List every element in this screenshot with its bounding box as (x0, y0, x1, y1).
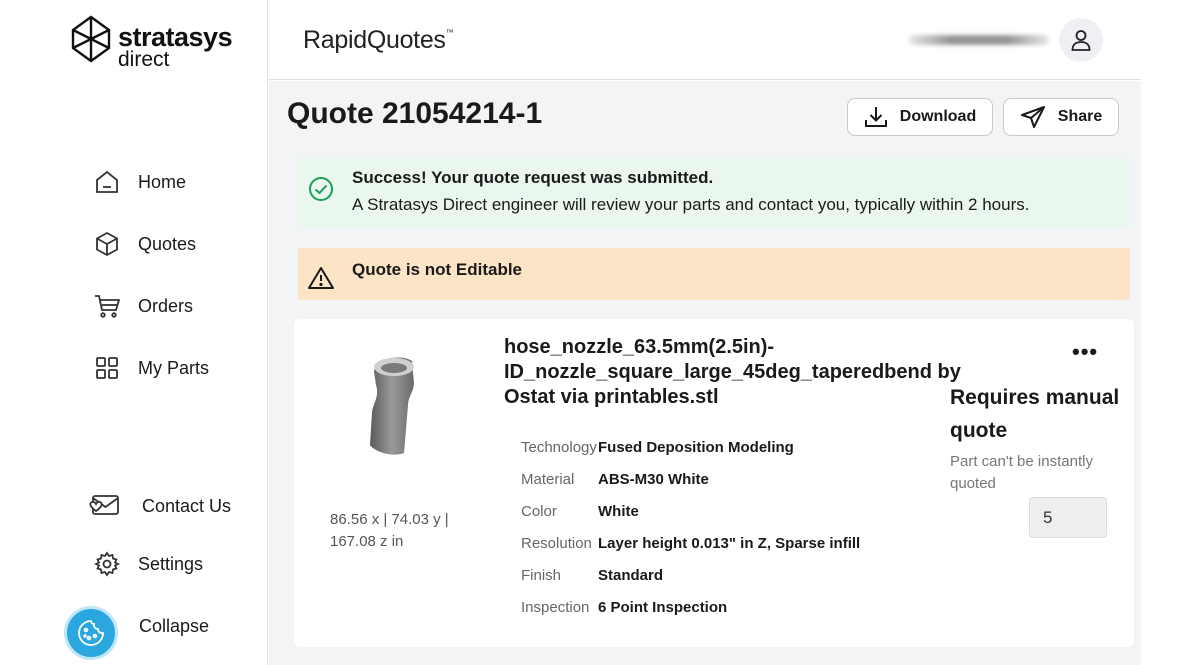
download-icon (864, 105, 888, 129)
send-icon (1020, 105, 1046, 129)
grid-icon (92, 353, 122, 383)
top-header: RapidQuotes™ (269, 0, 1141, 80)
manual-quote-subtitle: Part can't be instantly quoted (950, 453, 1093, 492)
warning-alert-title: Quote is not Editable (352, 260, 523, 279)
spec-key: Inspection (521, 599, 590, 616)
spec-value: White (598, 503, 639, 520)
user-name-redacted (909, 35, 1049, 45)
main-content: Quote 21054214-1 Download Share Success!… (269, 81, 1141, 665)
success-alert-body: A Stratasys Direct engineer will review … (352, 195, 1030, 214)
cookie-icon (78, 620, 104, 646)
warning-alert: Quote is not Editable (298, 248, 1130, 300)
success-alert: Success! Your quote request was submitte… (298, 158, 1130, 228)
sidebar: stratasys direct Home Quotes Orders My P… (0, 0, 268, 665)
sidebar-item-settings[interactable]: Settings (92, 548, 203, 580)
page-title: Quote 21054214-1 (287, 97, 543, 130)
spec-key: Technology (521, 439, 597, 456)
share-label: Share (1057, 108, 1103, 125)
gear-icon (92, 549, 122, 579)
spec-value: ABS-M30 White (598, 471, 709, 488)
spec-key: Material (521, 471, 575, 488)
sidebar-item-label: Quotes (138, 233, 197, 254)
spec-value: Layer height 0.013" in Z, Sparse infill (598, 535, 861, 552)
sidebar-item-label: Orders (138, 295, 194, 316)
stratasys-direct-logo[interactable]: stratasys direct (70, 14, 233, 71)
cube-icon (92, 229, 122, 259)
manual-quote-title: Requires manual quote (950, 386, 1120, 442)
sidebar-item-my-parts[interactable]: My Parts (92, 352, 209, 384)
spec-row-finish: Finish Standard (521, 567, 663, 584)
logo-wordmark: stratasys (118, 22, 233, 52)
download-button[interactable]: Download (847, 98, 993, 136)
sidebar-item-home[interactable]: Home (92, 166, 186, 198)
sidebar-item-label: Contact Us (142, 495, 232, 516)
sidebar-item-label: Collapse (139, 615, 210, 636)
part-file-name: hose_nozzle_63.5mm(2.5in)-ID_nozzle_squa… (504, 336, 961, 408)
quantity-field[interactable]: 5 (1029, 497, 1107, 538)
spec-key: Finish (521, 567, 562, 584)
sidebar-item-label: My Parts (138, 357, 210, 378)
warning-triangle-icon (308, 266, 334, 295)
spec-row-technology: Technology Fused Deposition Modeling (521, 439, 794, 456)
stratasys-logo-icon (71, 15, 111, 63)
sidebar-item-orders[interactable]: Orders (92, 290, 193, 322)
sidebar-item-label: Settings (138, 553, 204, 574)
envelope-heart-icon (86, 491, 122, 521)
user-icon (1071, 30, 1091, 51)
download-label: Download (899, 108, 977, 125)
cart-icon (92, 291, 122, 321)
app-name: RapidQuotes (303, 26, 446, 54)
sidebar-item-label: Home (138, 171, 187, 192)
logo-subword: direct (118, 48, 170, 71)
user-avatar-button[interactable] (1059, 18, 1103, 62)
part-thumbnail[interactable] (364, 353, 434, 463)
spec-value: Fused Deposition Modeling (598, 439, 794, 456)
home-icon (92, 167, 122, 197)
check-circle-icon (308, 176, 334, 207)
spec-row-resolution: Resolution Layer height 0.013" in Z, Spa… (521, 535, 860, 552)
spec-value: Standard (598, 567, 664, 584)
share-button[interactable]: Share (1003, 98, 1119, 136)
app-brand[interactable]: RapidQuotes™ (303, 26, 454, 55)
sidebar-item-collapse[interactable]: Collapse (139, 610, 209, 642)
trademark-mark: ™ (445, 28, 454, 37)
spec-value: 6 Point Inspection (598, 599, 728, 616)
spec-row-material: Material ABS-M30 White (521, 471, 709, 488)
spec-row-color: Color White (521, 503, 639, 520)
more-options-button[interactable]: ••• (1072, 339, 1098, 365)
success-alert-title: Success! Your quote request was submitte… (352, 168, 714, 187)
sidebar-item-quotes[interactable]: Quotes (92, 228, 196, 260)
spec-row-inspection: Inspection 6 Point Inspection (521, 599, 727, 616)
sidebar-item-contact-us[interactable]: Contact Us (86, 490, 231, 522)
spec-key: Resolution (521, 535, 592, 552)
part-dimensions: 86.56 x | 74.03 y | 167.08 z in (330, 511, 449, 550)
cookie-settings-button[interactable] (64, 606, 118, 660)
spec-key: Color (521, 503, 557, 520)
part-card: 86.56 x | 74.03 y | 167.08 z in hose_noz… (294, 319, 1134, 647)
